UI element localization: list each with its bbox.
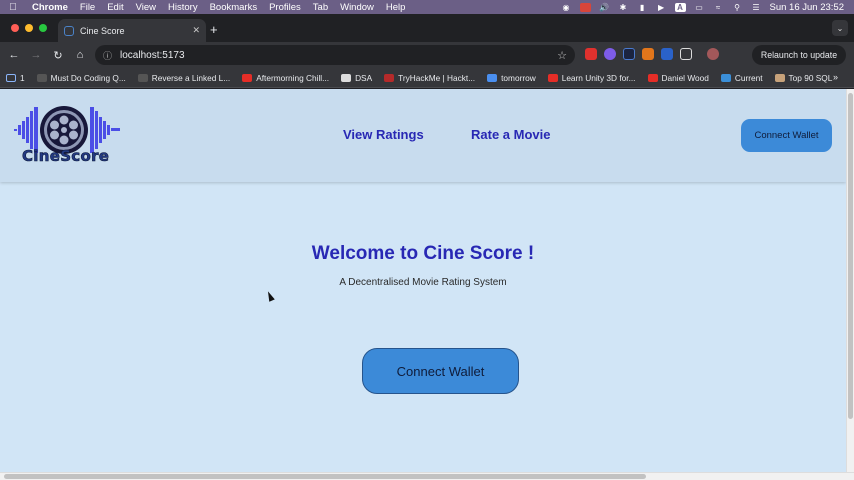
- extension-red-icon[interactable]: [585, 48, 597, 60]
- record-icon[interactable]: ◉: [561, 3, 572, 12]
- metamask-fox-icon[interactable]: [642, 48, 654, 60]
- status-icons: ◉ 🔊 ✱ ▮ ▶ A ▭ ≈ ⚲ ☰ Sun 16 Jun 23:52: [561, 2, 854, 13]
- bookmark-item[interactable]: TryHackMe | Hackt...: [384, 73, 475, 83]
- menu-window[interactable]: Window: [334, 2, 380, 13]
- sql-icon: [774, 73, 785, 82]
- back-icon[interactable]: ←: [3, 49, 25, 61]
- battery-small-icon[interactable]: ▮: [637, 3, 648, 12]
- forward-icon[interactable]: →: [25, 49, 47, 61]
- apple-icon[interactable]: : [0, 2, 26, 13]
- menu-help[interactable]: Help: [380, 2, 412, 13]
- close-window-icon[interactable]: [11, 24, 19, 32]
- tab-search-icon[interactable]: ⌄: [832, 20, 848, 36]
- bookmark-folder-icon: [6, 73, 16, 82]
- site-favicon-icon: [64, 25, 74, 36]
- site-header: CineScore View Ratings Rate a Movie Conn…: [0, 89, 846, 182]
- calendar-badge-icon[interactable]: [579, 2, 591, 12]
- bookmark-star-icon[interactable]: ☆: [557, 49, 567, 62]
- window-controls: [11, 24, 47, 32]
- bookmark-item[interactable]: Current: [720, 73, 763, 83]
- menu-tab[interactable]: Tab: [307, 2, 334, 13]
- tab-title: Cine Score: [80, 25, 125, 36]
- bookmark-item[interactable]: 1: [6, 73, 25, 83]
- tab-cine-score[interactable]: Cine Score ✕: [58, 19, 206, 42]
- profile-avatar[interactable]: [707, 48, 719, 60]
- nav-rate-a-movie[interactable]: Rate a Movie: [471, 127, 550, 142]
- menu-profiles[interactable]: Profiles: [263, 2, 307, 13]
- extension-purple-icon[interactable]: [604, 48, 616, 60]
- page-viewport: CineScore View Ratings Rate a Movie Conn…: [0, 89, 846, 472]
- tab-strip: Cine Score ✕ + ⌄: [0, 14, 854, 42]
- menu-history[interactable]: History: [162, 2, 204, 13]
- extension-dark-icon[interactable]: [623, 48, 635, 60]
- browser-toolbar: ← → ↻ ⌂ ⓘ localhost:5173 ☆ Relaunch to u…: [0, 42, 854, 68]
- bookmark-item[interactable]: Daniel Wood: [647, 73, 709, 83]
- bookmark-item[interactable]: Top 90 SQL: [774, 73, 832, 83]
- bookmark-item[interactable]: Reverse a Linked L...: [137, 73, 230, 83]
- todo-icon: [487, 73, 498, 82]
- bookmark-item[interactable]: DSA: [341, 73, 372, 83]
- gfg-icon: [137, 73, 148, 82]
- vscode-icon: [720, 73, 731, 82]
- logo-wordmark[interactable]: CineScore: [22, 147, 110, 166]
- bookmarks-overflow-icon[interactable]: »: [833, 72, 838, 82]
- control-center-icon[interactable]: ☰: [751, 3, 762, 12]
- dsa-icon: [341, 73, 352, 82]
- spotlight-search-icon[interactable]: ⚲: [732, 3, 743, 12]
- url-text: localhost:5173: [120, 49, 185, 61]
- tryhackme-icon: [384, 73, 395, 82]
- horizontal-scroll-thumb[interactable]: [4, 474, 646, 479]
- vertical-scroll-thumb[interactable]: [848, 93, 853, 419]
- bookmark-item[interactable]: Must Do Coding Q...: [36, 73, 126, 83]
- menu-bookmarks[interactable]: Bookmarks: [204, 2, 264, 13]
- battery-icon[interactable]: ▭: [694, 3, 705, 12]
- site-info-icon[interactable]: ⓘ: [103, 49, 112, 62]
- zoom-window-icon[interactable]: [39, 24, 47, 32]
- hero-connect-wallet-button[interactable]: Connect Wallet: [362, 348, 519, 394]
- menu-view[interactable]: View: [130, 2, 162, 13]
- youtube-icon: [547, 73, 558, 82]
- bookmark-item[interactable]: Aftermorning Chill...: [242, 73, 329, 83]
- hero-subtitle: A Decentralised Movie Rating System: [339, 277, 507, 288]
- relaunch-button[interactable]: Relaunch to update: [752, 45, 846, 65]
- youtube-icon: [242, 73, 253, 82]
- bookmark-item[interactable]: Learn Unity 3D for...: [547, 73, 636, 83]
- wifi-icon[interactable]: ≈: [713, 3, 724, 12]
- reload-icon[interactable]: ↻: [47, 49, 69, 62]
- extensions-puzzle-icon[interactable]: [680, 48, 692, 60]
- address-bar[interactable]: ⓘ localhost:5173 ☆: [95, 45, 575, 65]
- mouse-cursor-icon: [265, 290, 275, 302]
- horizontal-scrollbar[interactable]: [0, 472, 854, 480]
- home-icon[interactable]: ⌂: [69, 49, 91, 61]
- nav-view-ratings[interactable]: View Ratings: [343, 127, 424, 142]
- menubar-clock[interactable]: Sun 16 Jun 23:52: [770, 2, 844, 13]
- header-connect-wallet-button[interactable]: Connect Wallet: [741, 119, 832, 152]
- extension-shield-icon[interactable]: [661, 48, 673, 60]
- minimize-window-icon[interactable]: [25, 24, 33, 32]
- hero-title: Welcome to Cine Score !: [311, 243, 535, 264]
- extensions-area: [585, 48, 719, 60]
- vertical-scrollbar[interactable]: [846, 89, 854, 472]
- new-tab-icon[interactable]: +: [210, 22, 218, 37]
- menu-file[interactable]: File: [74, 2, 101, 13]
- youtube-icon: [647, 73, 658, 82]
- menu-edit[interactable]: Edit: [101, 2, 129, 13]
- play-icon[interactable]: ▶: [656, 3, 667, 12]
- volume-icon[interactable]: 🔊: [599, 3, 610, 12]
- bookmark-item[interactable]: tomorrow: [487, 73, 536, 83]
- keyboard-input-icon[interactable]: A: [674, 2, 686, 12]
- macos-menu-bar:  Chrome File Edit View History Bookmark…: [0, 0, 854, 14]
- close-tab-icon[interactable]: ✕: [192, 25, 200, 36]
- bluetooth-icon[interactable]: ✱: [618, 3, 629, 12]
- menu-app-chrome[interactable]: Chrome: [26, 2, 74, 13]
- bookmarks-bar: 1 Must Do Coding Q... Reverse a Linked L…: [0, 68, 854, 88]
- gfg-icon: [36, 73, 47, 82]
